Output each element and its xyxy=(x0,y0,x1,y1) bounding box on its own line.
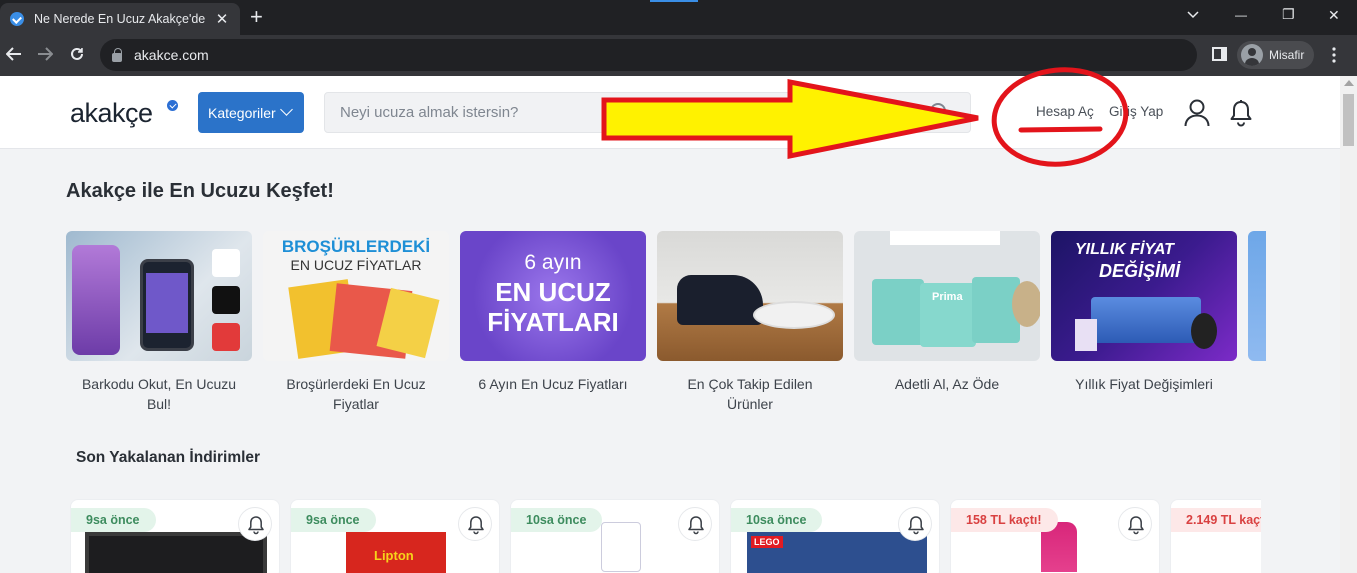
search-icon[interactable] xyxy=(930,103,946,119)
apple-store-icon xyxy=(212,249,240,277)
deal-card[interactable]: 9sa önce xyxy=(70,499,280,573)
back-arrow-icon[interactable] xyxy=(6,47,22,61)
card-caption: Yıllık Fiyat Değişimleri xyxy=(1075,376,1213,392)
address-url: akakce.com xyxy=(134,47,209,63)
recent-deals-carousel: 9sa önce Lipton 9sa önce 10sa önce LEGO … xyxy=(70,499,1261,573)
deal-time-badge: 10sa önce xyxy=(731,508,823,532)
bell-icon xyxy=(468,516,484,535)
product-image: Lipton xyxy=(346,532,446,573)
deal-time-badge: 9sa önce xyxy=(291,508,376,532)
profile-button[interactable]: Misafir xyxy=(1237,41,1315,69)
yearly-changes-promo-image: YILLIK FİYAT DEĞİŞİMİ xyxy=(1051,231,1237,361)
follow-bell-button[interactable] xyxy=(898,507,932,541)
minimize-button[interactable]: — xyxy=(1235,8,1247,22)
card-caption: Broşürlerdeki En Ucuz Fiyatlar xyxy=(286,376,426,412)
discover-card-yearly-changes[interactable]: YILLIK FİYAT DEĞİŞİMİ Yıllık Fiyat Değiş… xyxy=(1051,231,1237,394)
scrollbar-thumb[interactable] xyxy=(1343,94,1354,146)
card-caption: Adetli Al, Az Öde xyxy=(894,376,1000,392)
tab-search-chevron-icon[interactable] xyxy=(1187,11,1199,19)
follow-bell-button[interactable] xyxy=(1118,507,1152,541)
bell-icon xyxy=(248,516,264,535)
address-bar[interactable]: akakce.com xyxy=(100,39,1197,71)
deal-card[interactable]: 158 TL kaçtı! xyxy=(950,499,1160,573)
search-box xyxy=(324,92,971,133)
product-image xyxy=(85,532,267,573)
bell-icon xyxy=(1128,516,1144,535)
card-caption: 6 Ayın En Ucuz Fiyatları xyxy=(478,376,628,392)
six-months-promo-image: 6 ayın EN UCUZ FİYATLARI xyxy=(460,231,646,361)
new-tab-button[interactable]: + xyxy=(250,6,263,28)
verified-badge-icon xyxy=(167,100,178,111)
window-close-button[interactable]: ✕ xyxy=(1328,7,1340,24)
discover-carousel: Barkodu Okut, En Ucuzu Bul! BROŞÜRLERDEK… xyxy=(66,231,1266,421)
tab-close-icon[interactable]: ✕ xyxy=(214,10,230,28)
user-icon[interactable] xyxy=(1184,99,1210,127)
notification-bell-icon[interactable] xyxy=(1229,99,1253,127)
akakce-logo[interactable]: akakçe xyxy=(70,98,153,129)
page-scrollbar[interactable] xyxy=(1340,76,1357,573)
forward-arrow-icon[interactable] xyxy=(37,47,53,61)
side-panel-icon[interactable] xyxy=(1212,47,1227,61)
bell-icon xyxy=(688,516,704,535)
deal-time-badge: 9sa önce xyxy=(71,508,156,532)
site-favicon-icon xyxy=(10,12,24,26)
browser-toolbar: akakce.com Misafir xyxy=(0,35,1357,76)
discover-card-most-followed[interactable]: En Çok Takip Edilen Ürünler xyxy=(657,231,843,414)
card-caption: En Çok Takip Edilen Ürünler xyxy=(687,376,813,412)
chevron-down-icon xyxy=(279,103,293,116)
recent-deals-heading: Son Yakalanan İndirimler xyxy=(76,449,261,466)
reload-icon[interactable] xyxy=(69,46,85,62)
site-header: akakçe Kategoriler Hesap Aç Giriş Yap xyxy=(0,76,1340,149)
search-input[interactable] xyxy=(325,93,970,132)
product-image xyxy=(601,522,641,572)
more-menu-icon[interactable] xyxy=(1332,47,1336,63)
browser-tab-bar: Ne Nerede En Ucuz Akakçe'de ✕ + — ❐ ✕ xyxy=(0,0,1357,35)
discover-heading: Akakçe ile En Ucuzu Keşfet! xyxy=(66,180,334,202)
card-caption: Barkodu Okut, En Ucuzu Bul! xyxy=(81,376,237,412)
categories-label: Kategoriler xyxy=(208,104,276,121)
discover-card-partial[interactable] xyxy=(1248,231,1266,361)
bell-icon xyxy=(908,516,924,535)
huawei-store-icon xyxy=(212,323,240,351)
barcode-promo-image xyxy=(66,231,252,361)
deal-price-drop-badge: 2.149 TL kaçtı! xyxy=(1171,508,1261,532)
tab-title: Ne Nerede En Ucuz Akakçe'de xyxy=(34,12,206,26)
deal-price-drop-badge: 158 TL kaçtı! xyxy=(951,508,1058,532)
deal-card[interactable]: 10sa önce xyxy=(510,499,720,573)
follow-bell-button[interactable] xyxy=(678,507,712,541)
categories-button[interactable]: Kategoriler xyxy=(198,92,304,133)
follow-bell-button[interactable] xyxy=(458,507,492,541)
follow-bell-button[interactable] xyxy=(238,507,272,541)
restore-button[interactable]: ❐ xyxy=(1282,6,1295,23)
most-followed-promo-image xyxy=(657,231,843,361)
google-play-icon xyxy=(212,286,240,314)
signup-link[interactable]: Hesap Aç xyxy=(1036,104,1094,119)
discover-card-brochures[interactable]: BROŞÜRLERDEKİ EN UCUZ FİYATLAR Broşürler… xyxy=(263,231,449,414)
tab-strip-indicator xyxy=(650,0,698,2)
profile-name: Misafir xyxy=(1269,48,1305,62)
partial-promo-image xyxy=(1248,231,1266,361)
deal-card[interactable]: Lipton 9sa önce xyxy=(290,499,500,573)
product-image: LEGO xyxy=(747,532,927,573)
avatar-icon xyxy=(1241,44,1263,66)
brochure-promo-image: BROŞÜRLERDEKİ EN UCUZ FİYATLAR xyxy=(263,231,449,361)
bulk-deals-promo-image: Prima xyxy=(854,231,1040,361)
discover-card-bulk-deals[interactable]: Prima Adetli Al, Az Öde xyxy=(854,231,1040,394)
discover-card-barcode[interactable]: Barkodu Okut, En Ucuzu Bul! xyxy=(66,231,252,414)
discover-card-6-months[interactable]: 6 ayın EN UCUZ FİYATLARI 6 Ayın En Ucuz … xyxy=(460,231,646,394)
deal-card[interactable]: 2.149 TL kaçtı! xyxy=(1170,499,1261,573)
deal-card[interactable]: LEGO 10sa önce xyxy=(730,499,940,573)
login-link[interactable]: Giriş Yap xyxy=(1109,104,1163,119)
browser-tab[interactable]: Ne Nerede En Ucuz Akakçe'de ✕ xyxy=(0,3,240,35)
lock-icon[interactable] xyxy=(112,47,122,62)
scroll-up-arrow-icon[interactable] xyxy=(1344,80,1354,86)
deal-time-badge: 10sa önce xyxy=(511,508,603,532)
